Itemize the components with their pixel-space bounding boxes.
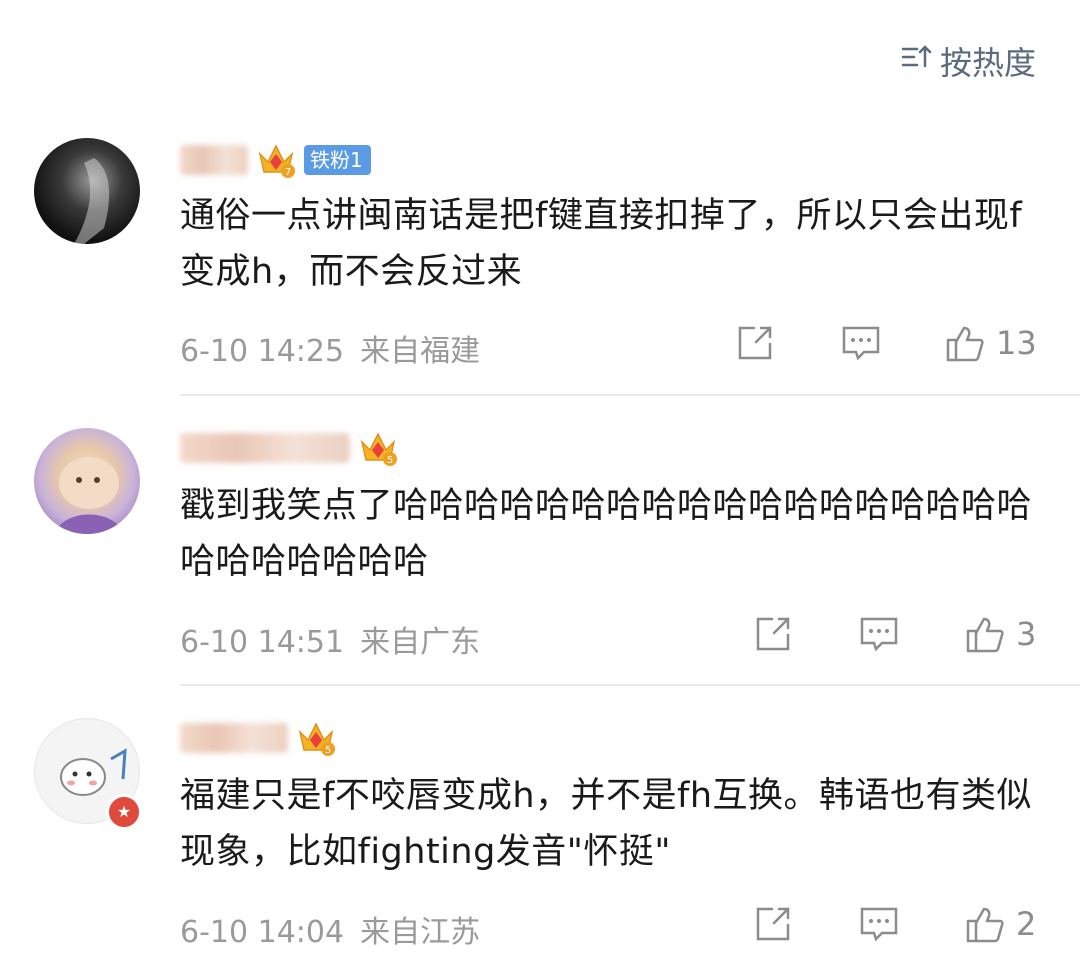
avatar[interactable] — [34, 428, 140, 534]
like-button[interactable]: 13 — [944, 322, 1037, 364]
like-button[interactable]: 3 — [964, 613, 1036, 655]
sort-icon — [900, 40, 934, 82]
thumbs-up-icon — [966, 907, 1004, 943]
comment-icon — [842, 326, 880, 361]
svg-text:5: 5 — [387, 455, 393, 466]
reply-button[interactable] — [858, 903, 900, 945]
crown-badge-icon: 5 — [358, 428, 398, 468]
svg-text:5: 5 — [325, 745, 331, 756]
sort-by-hot-button[interactable]: 按热度 — [900, 38, 1036, 84]
avatar[interactable] — [34, 138, 140, 244]
like-count: 13 — [996, 324, 1037, 362]
comment-time: 6-10 14:04 — [180, 915, 345, 950]
verified-badge-icon: ★ — [106, 794, 142, 830]
comment-text: 戳到我笑点了哈哈哈哈哈哈哈哈哈哈哈哈哈哈哈哈哈哈哈哈哈哈哈哈哈 — [180, 486, 1033, 582]
comment-location: 来自福建 — [360, 334, 481, 369]
thumbs-up-icon — [966, 617, 1004, 653]
comment-text: 福建只是f不咬唇变成h，并不是fh互换。韩语也有类似现象，比如fighting发… — [180, 776, 1033, 872]
fan-level-badge: 铁粉1 — [304, 145, 371, 175]
username[interactable] — [180, 433, 350, 463]
comment-text: 通俗一点讲闽南话是把f键直接扣掉了，所以只会出现f变成h，而不会反过来 — [180, 196, 1023, 292]
comment-icon — [860, 907, 898, 942]
reply-button[interactable] — [840, 322, 882, 364]
comment-time: 6-10 14:25 — [180, 334, 345, 369]
thumbs-up-icon — [946, 326, 984, 362]
svg-text:7: 7 — [285, 167, 291, 178]
comment-time: 6-10 14:51 — [180, 625, 345, 660]
like-button[interactable]: 2 — [964, 903, 1036, 945]
username[interactable] — [180, 145, 248, 175]
like-count: 3 — [1016, 615, 1037, 653]
comment-location: 来自江苏 — [360, 915, 481, 950]
like-count: 2 — [1016, 905, 1037, 943]
crown-badge-icon: 5 — [296, 718, 336, 758]
username[interactable] — [180, 723, 288, 753]
comment-icon — [860, 617, 898, 652]
share-button[interactable] — [734, 322, 776, 364]
share-icon — [756, 617, 790, 651]
share-button[interactable] — [752, 903, 794, 945]
divider — [180, 394, 1080, 396]
share-icon — [738, 326, 772, 360]
share-button[interactable] — [752, 613, 794, 655]
comment-location: 来自广东 — [360, 625, 481, 660]
sort-label: 按热度 — [939, 44, 1036, 82]
divider — [180, 684, 1080, 686]
reply-button[interactable] — [858, 613, 900, 655]
share-icon — [756, 907, 790, 941]
crown-badge-icon: 7 — [256, 140, 296, 180]
